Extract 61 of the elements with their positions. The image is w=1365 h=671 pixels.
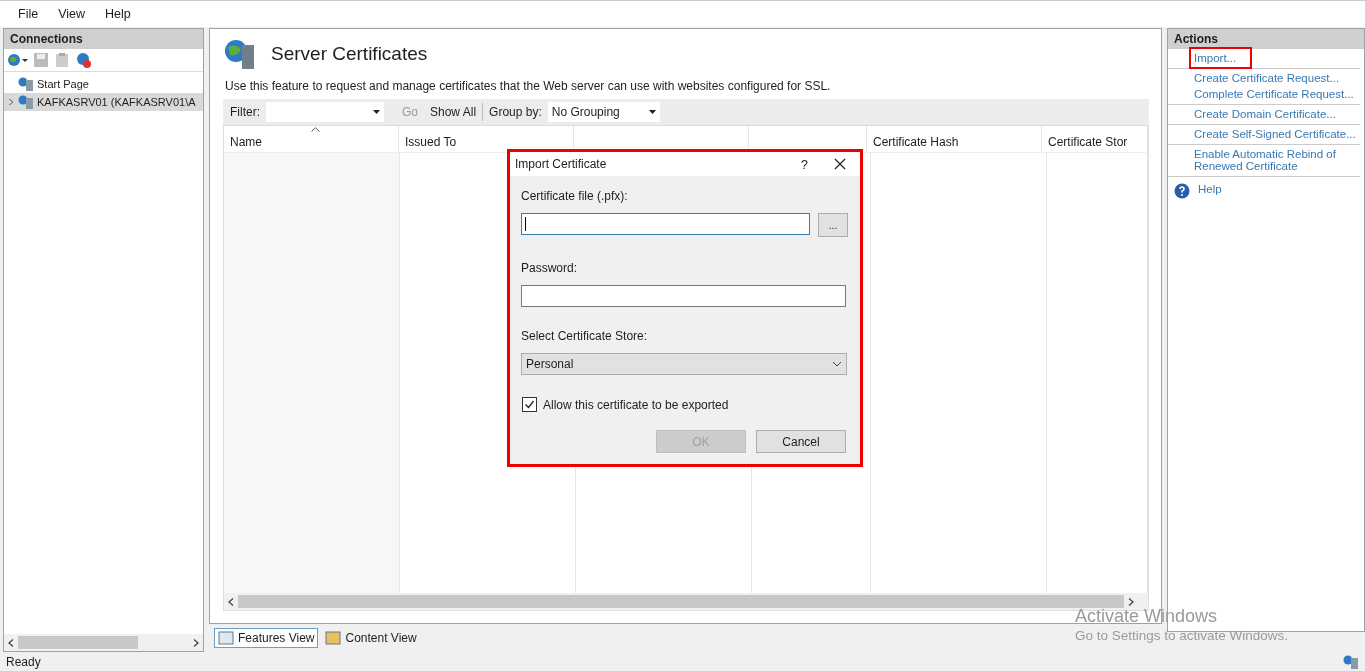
horizontal-scrollbar[interactable] xyxy=(224,593,1148,610)
scroll-right-icon[interactable] xyxy=(1128,597,1134,606)
status-text: Ready xyxy=(6,654,41,669)
filter-field[interactable] xyxy=(266,102,384,122)
filter-label: Filter: xyxy=(230,105,260,119)
field-label: Select Certificate Store: xyxy=(521,329,649,343)
server-icon xyxy=(1343,654,1359,669)
server-icon xyxy=(18,95,34,109)
activation-watermark-text: Go to Settings to activate Windows. xyxy=(1075,628,1289,643)
expand-icon[interactable] xyxy=(7,98,15,106)
view-tab[interactable]: Features View xyxy=(214,628,319,648)
clipboard-icon[interactable] xyxy=(53,52,71,68)
panel-title: Actions xyxy=(1168,29,1364,49)
password-field[interactable] xyxy=(521,285,846,307)
checkbox[interactable] xyxy=(522,397,537,412)
scroll-left-icon[interactable] xyxy=(8,638,14,647)
disconnect-icon[interactable] xyxy=(75,52,93,68)
dialog-title: Import Certificate xyxy=(515,157,608,171)
feature-description: Use this feature to request and manage certificates that the Web server can use with websites configured for SSL. xyxy=(225,79,832,93)
column-header[interactable]: Certificate Stor xyxy=(1042,126,1148,152)
action-link[interactable]: Import... xyxy=(1189,47,1253,69)
group-by-dropdown[interactable]: No Grouping xyxy=(547,102,660,122)
scroll-left-icon[interactable] xyxy=(228,597,234,606)
chevron-down-icon[interactable] xyxy=(832,361,842,367)
help-button[interactable]: ? xyxy=(800,156,808,172)
menu-item[interactable]: View xyxy=(50,7,94,21)
view-tab[interactable]: Content View xyxy=(321,628,421,648)
column-header[interactable]: Certificate Hash xyxy=(867,126,1042,152)
field-label: Password: xyxy=(521,261,579,275)
caret-icon[interactable] xyxy=(648,110,656,114)
field-label: Certificate file (.pfx): xyxy=(521,189,629,203)
group-by-label: Group by: xyxy=(489,105,542,119)
scrollbar-thumb[interactable] xyxy=(18,636,138,649)
server-icon xyxy=(223,37,257,71)
tree-item[interactable]: KAFKASRV01 (KAFKASRV01\A xyxy=(4,93,203,111)
tree-item[interactable]: Start Page xyxy=(4,75,203,93)
column-header[interactable]: Name xyxy=(224,126,399,152)
action-link[interactable]: Enable Automatic Rebind of Renewed Certificate xyxy=(1189,144,1363,176)
menu-item[interactable]: File xyxy=(10,7,47,21)
scroll-right-icon[interactable] xyxy=(193,638,199,647)
feature-title: Server Certificates xyxy=(271,43,428,65)
caret-icon[interactable] xyxy=(373,110,380,114)
close-icon[interactable] xyxy=(834,158,846,170)
help-icon[interactable] xyxy=(1174,183,1190,199)
cancel-button[interactable]: Cancel xyxy=(756,430,846,453)
store-dropdown[interactable]: Personal xyxy=(521,353,847,375)
server-icon xyxy=(18,77,34,91)
list-icon xyxy=(218,631,234,645)
checkbox-label: Allow this certificate to be exported xyxy=(543,397,729,412)
panel-title: Connections xyxy=(4,29,203,49)
action-link[interactable]: Create Domain Certificate... xyxy=(1189,104,1341,124)
scrollbar-thumb[interactable] xyxy=(238,595,1124,608)
file-path-field[interactable] xyxy=(521,213,810,235)
browse-button[interactable]: ... xyxy=(818,213,848,237)
horizontal-scrollbar[interactable] xyxy=(4,634,203,651)
globe-icon[interactable] xyxy=(7,52,29,68)
action-link[interactable]: Create Self-Signed Certificate... xyxy=(1189,124,1361,144)
folder-icon xyxy=(325,631,342,645)
menu-item[interactable]: Help xyxy=(97,7,139,21)
help-link[interactable]: Help xyxy=(1193,179,1227,199)
show-all-button[interactable]: Show All xyxy=(430,105,477,119)
